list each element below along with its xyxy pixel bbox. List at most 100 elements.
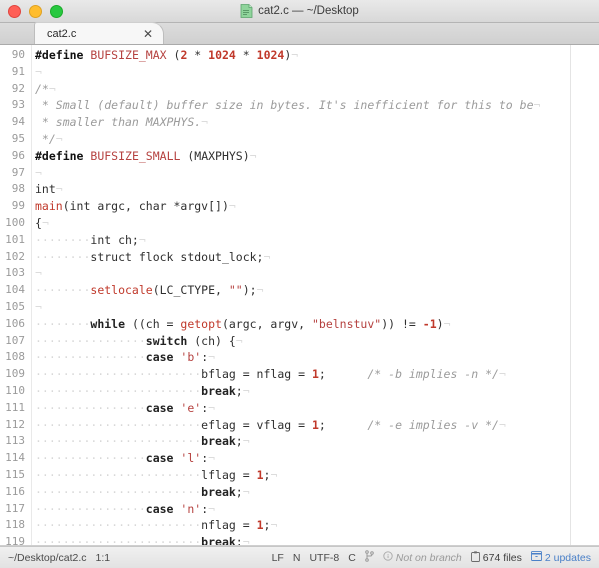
code-line[interactable]: 104 ········setlocale(LC_CTYPE, "");¬ xyxy=(0,282,599,299)
code-line[interactable]: 115 ························lflag = 1;¬ xyxy=(0,467,599,484)
status-files[interactable]: 674 files xyxy=(470,550,522,565)
code-line[interactable]: 110 ························break;¬ xyxy=(0,383,599,400)
code-token: ········ xyxy=(35,249,91,264)
code-line[interactable]: 94 * smaller than MAXPHYS.¬ xyxy=(0,114,599,131)
code-line[interactable]: 103 ¬ xyxy=(0,265,599,282)
code-token: -1 xyxy=(422,316,437,331)
code-line[interactable]: 96 #define BUFSIZE_SMALL (MAXPHYS)¬ xyxy=(0,148,599,165)
status-updates[interactable]: 2 updates xyxy=(530,551,591,564)
code-line[interactable]: 90 #define BUFSIZE_MAX (2 * 1024 * 1024)¬ xyxy=(0,47,599,64)
code-line[interactable]: 108 ················case 'b':¬ xyxy=(0,349,599,366)
code-line[interactable]: 93 * Small (default) buffer size in byte… xyxy=(0,97,599,114)
line-number: 100 xyxy=(5,215,25,229)
code-line-text: ························bflag = nflag = … xyxy=(25,366,506,383)
code-token: ¬ xyxy=(270,467,278,482)
title-bar: cat2.c — ~/Desktop xyxy=(0,0,599,23)
code-token: ¬ xyxy=(201,115,209,130)
code-line-text: int¬ xyxy=(25,181,63,198)
code-line[interactable]: 101 ········int ch;¬ xyxy=(0,232,599,249)
code-token: ¬ xyxy=(55,182,63,197)
close-icon[interactable]: ✕ xyxy=(141,27,155,41)
code-line-text: ¬ xyxy=(25,265,42,282)
line-number: 93 xyxy=(11,98,25,112)
code-line[interactable]: 114 ················case 'l':¬ xyxy=(0,450,599,467)
code-token: ; xyxy=(235,383,243,398)
code-token: ¬ xyxy=(443,316,451,331)
status-indent[interactable]: N xyxy=(293,552,301,564)
code-line[interactable]: 117 ················case 'n':¬ xyxy=(0,501,599,518)
code-line[interactable]: 113 ························break;¬ xyxy=(0,433,599,450)
code-token: /* xyxy=(35,81,49,96)
status-syntax[interactable]: C xyxy=(348,552,356,564)
code-line[interactable]: 102 ········struct flock stdout_lock;¬ xyxy=(0,249,599,266)
code-token: ¬ xyxy=(291,48,299,62)
branch-icon[interactable] xyxy=(364,550,374,565)
code-line[interactable]: 100 {¬ xyxy=(0,215,599,232)
code-token: ¬ xyxy=(208,350,216,365)
status-encoding[interactable]: UTF-8 xyxy=(309,552,339,564)
line-number: 113 xyxy=(5,434,25,448)
code-token: 1 xyxy=(311,367,319,382)
code-line-text: /*¬ xyxy=(25,81,56,98)
code-line[interactable]: 105 ¬ xyxy=(0,299,599,316)
status-branch-label: Not on branch xyxy=(395,551,462,564)
line-number: 114 xyxy=(5,451,25,465)
code-line-text: #define BUFSIZE_SMALL (MAXPHYS)¬ xyxy=(25,148,257,165)
code-token: lflag = xyxy=(201,467,257,482)
code-line[interactable]: 92/*¬ xyxy=(0,81,599,98)
line-number: 106 xyxy=(5,316,25,330)
code-line-text: * Small (default) buffer size in bytes. … xyxy=(25,97,541,114)
code-token: ¬ xyxy=(249,148,257,163)
code-line[interactable]: 112 ························eflag = vflag… xyxy=(0,417,599,434)
code-token: ························ xyxy=(35,535,202,546)
code-line-text: {¬ xyxy=(25,215,49,232)
code-token: { xyxy=(35,215,42,230)
code-line[interactable]: 98 int¬ xyxy=(0,181,599,198)
code-editor[interactable]: 90 #define BUFSIZE_MAX (2 * 1024 * 1024)¬… xyxy=(0,45,599,546)
line-number: 90 xyxy=(11,48,25,61)
zoom-window-button[interactable] xyxy=(50,4,63,18)
document-icon xyxy=(240,4,253,18)
minimize-window-button[interactable] xyxy=(29,4,42,18)
code-line[interactable]: 109 ························bflag = nflag… xyxy=(0,366,599,383)
code-line[interactable]: 118 ························nflag = 1;¬ xyxy=(0,517,599,534)
code-token: 1 xyxy=(256,467,264,482)
code-line[interactable]: 119 ························break;¬ xyxy=(0,534,599,546)
code-token: (MAXPHYS) xyxy=(180,148,250,163)
line-number: 112 xyxy=(5,417,25,431)
code-token: while xyxy=(90,316,126,331)
status-cursor-position[interactable]: 1:1 xyxy=(96,552,111,564)
code-line[interactable]: 106 ········while ((ch = getopt(argc, arg… xyxy=(0,316,599,333)
close-window-button[interactable] xyxy=(8,4,21,18)
code-line[interactable]: 111 ················case 'e':¬ xyxy=(0,400,599,417)
code-line-text: main(int argc, char *argv[])¬ xyxy=(25,198,236,215)
code-line[interactable]: 107 ················switch (ch) {¬ xyxy=(0,333,599,350)
status-line-ending[interactable]: LF xyxy=(272,552,284,564)
tab-bar: cat2.c ✕ xyxy=(0,22,599,45)
code-line[interactable]: 99 main(int argc, char *argv[])¬ xyxy=(0,198,599,215)
code-line-text: ················switch (ch) {¬ xyxy=(25,333,243,350)
code-token: (int argc, char *argv[]) xyxy=(62,199,229,214)
code-line[interactable]: 97 ¬ xyxy=(0,165,599,182)
line-number: 105 xyxy=(5,299,25,313)
line-number: 115 xyxy=(5,467,25,481)
code-content[interactable]: 90 #define BUFSIZE_MAX (2 * 1024 * 1024)¬… xyxy=(0,47,599,546)
code-line-text: */¬ xyxy=(25,131,63,148)
code-token: (argc, argv, xyxy=(221,316,312,331)
tab-cat2-c[interactable]: cat2.c ✕ xyxy=(34,22,164,44)
code-token: ········ xyxy=(35,232,91,247)
code-line-text: ¬ xyxy=(25,64,42,81)
code-token: ¬ xyxy=(138,232,146,247)
code-token: ¬ xyxy=(242,434,250,449)
code-line[interactable]: 91 ¬ xyxy=(0,64,599,81)
status-file-path[interactable]: ~/Desktop/cat2.c xyxy=(8,552,87,564)
status-branch[interactable]: Not on branch xyxy=(383,551,462,564)
line-number: 103 xyxy=(5,266,25,280)
code-line[interactable]: 95 */¬ xyxy=(0,131,599,148)
code-token: ························ xyxy=(35,484,202,499)
code-line-text: ························eflag = vflag = … xyxy=(25,417,506,434)
code-token: 1024 xyxy=(256,48,285,62)
clipboard-icon xyxy=(470,550,480,565)
code-line[interactable]: 116 ························break;¬ xyxy=(0,484,599,501)
line-number: 91 xyxy=(11,64,25,78)
